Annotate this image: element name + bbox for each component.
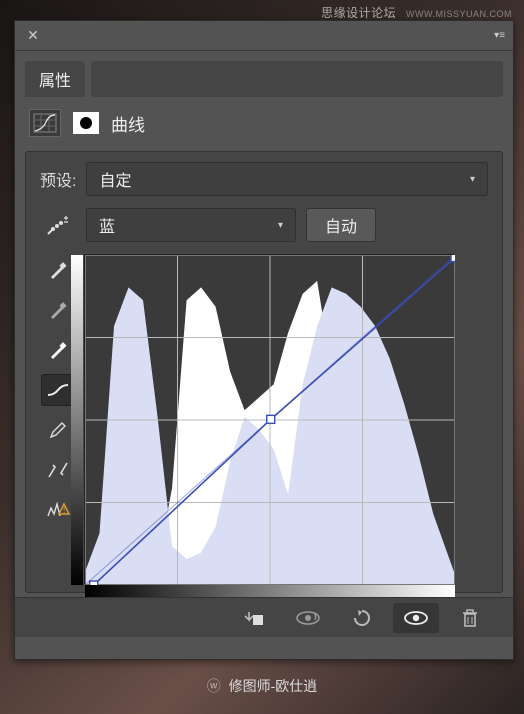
trash-icon[interactable] [447, 603, 493, 633]
curve-chart-wrap [84, 254, 488, 584]
preset-value: 自定 [99, 167, 131, 191]
channel-select[interactable]: 蓝 ▾ [86, 208, 296, 242]
tab-row: 属性 [15, 51, 513, 97]
view-previous-icon[interactable] [285, 603, 331, 633]
tab-properties[interactable]: 属性 [25, 61, 85, 97]
reset-icon[interactable] [339, 603, 385, 633]
preset-select[interactable]: 自定 ▾ [86, 162, 488, 196]
svg-text:!: ! [63, 506, 65, 515]
chevron-down-icon: ▾ [278, 220, 283, 231]
preset-label: 预设: [40, 167, 76, 191]
curve-point-tool-icon[interactable] [41, 374, 75, 406]
panel-titlebar: ✕ ▾≡ [15, 21, 513, 51]
adjustment-type-row: 曲线 [15, 97, 513, 147]
clip-warning-icon[interactable]: ! [41, 494, 75, 526]
credit-text: 修图师-欧仕逍 [229, 678, 318, 694]
credit-line: ⓦ 修图师-欧仕逍 [0, 676, 524, 696]
curve-chart[interactable] [84, 254, 454, 584]
eyedropper-white-icon[interactable] [41, 334, 75, 366]
curve-svg [85, 255, 455, 585]
output-gradient [71, 255, 83, 585]
eyedropper-gray-icon[interactable] [41, 294, 75, 326]
close-icon[interactable]: ✕ [23, 27, 43, 44]
watermark-url: WWW.MISSYUAN.COM [406, 9, 512, 19]
preset-row: 预设: 自定 ▾ [40, 162, 488, 196]
smooth-tool-icon[interactable] [41, 454, 75, 486]
chevron-down-icon: ▾ [470, 174, 475, 185]
curves-adjustment-icon[interactable] [29, 109, 61, 137]
weibo-icon: ⓦ [207, 678, 221, 694]
auto-button[interactable]: 自动 [306, 208, 376, 242]
input-gradient [85, 585, 455, 597]
flyout-menu-icon[interactable]: ▾≡ [494, 30, 505, 41]
curves-glyph-icon [33, 113, 57, 133]
eyedropper-black-icon[interactable] [41, 254, 75, 286]
pencil-tool-icon[interactable] [41, 414, 75, 446]
visibility-toggle-icon[interactable] [393, 603, 439, 633]
panel-bottom-bar [15, 597, 513, 637]
target-adjust-icon[interactable] [40, 214, 76, 236]
layer-mask-icon[interactable] [73, 112, 99, 134]
channel-value: 蓝 [99, 213, 115, 237]
panel-content: 预设: 自定 ▾ 蓝 ▾ 自动 [25, 151, 503, 593]
tab-rest [91, 61, 503, 97]
properties-panel: ✕ ▾≡ 属性 曲线 预设: 自定 ▾ [14, 20, 514, 660]
watermark: 思缘设计论坛 WWW.MISSYUAN.COM [321, 4, 512, 21]
adjustment-type-label: 曲线 [111, 111, 145, 136]
watermark-text: 思缘设计论坛 [321, 6, 396, 20]
curve-area: ! [40, 254, 488, 584]
clip-to-layer-icon[interactable] [231, 603, 277, 633]
channel-row: 蓝 ▾ 自动 [40, 208, 488, 242]
